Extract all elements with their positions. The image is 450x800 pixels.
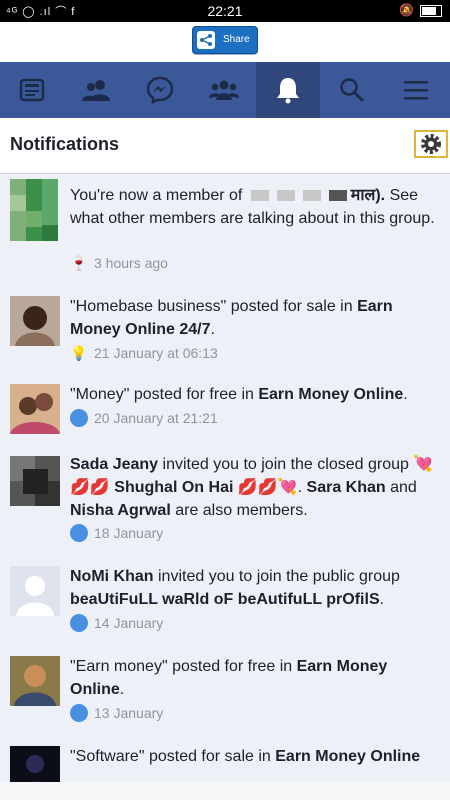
tab-notifications[interactable] bbox=[256, 62, 320, 118]
notifications-list: You're now a member of माल). See what ot… bbox=[0, 174, 450, 782]
status-time: 22:21 bbox=[207, 3, 243, 19]
groups-icon bbox=[209, 80, 239, 100]
notification-meta: 14 January bbox=[70, 614, 163, 632]
status-bar: ⁴ᴳ ◯ .ıl ⌒ f 22:21 🔕 bbox=[0, 0, 450, 22]
notification-row[interactable]: "Money" posted for free in Earn Money On… bbox=[0, 374, 450, 445]
group-icon bbox=[70, 409, 88, 427]
redacted-block bbox=[250, 190, 269, 202]
notification-meta: 20 January at 21:21 bbox=[70, 409, 218, 427]
share-icon bbox=[197, 31, 215, 49]
notification-row[interactable]: "Software" posted for sale in Earn Money… bbox=[0, 736, 450, 782]
notification-row[interactable]: You're now a member of माल). See what ot… bbox=[0, 174, 450, 287]
redacted-block bbox=[328, 190, 347, 202]
battery-icon bbox=[420, 4, 442, 17]
lightbulb-icon: 💡 bbox=[70, 344, 88, 361]
notifications-header: Notifications bbox=[0, 118, 450, 174]
page-title: Notifications bbox=[10, 134, 120, 154]
tab-friend-requests[interactable] bbox=[64, 62, 128, 118]
tab-messenger[interactable] bbox=[128, 62, 192, 118]
notification-text: NoMi Khan invited you to join the public… bbox=[70, 568, 400, 608]
gear-icon bbox=[421, 134, 441, 154]
group-icon bbox=[70, 704, 88, 722]
avatar bbox=[10, 746, 60, 782]
avatar bbox=[10, 179, 58, 241]
top-nav bbox=[0, 62, 450, 118]
notification-row[interactable]: "Earn money" posted for free in Earn Mon… bbox=[0, 646, 450, 737]
messenger-icon bbox=[146, 76, 174, 104]
notification-text: "Earn money" posted for free in Earn Mon… bbox=[70, 658, 388, 698]
avatar bbox=[10, 384, 60, 434]
notification-text: "Money" posted for free in Earn Money On… bbox=[70, 386, 408, 403]
menu-icon bbox=[404, 81, 428, 100]
notification-row[interactable]: "Homebase business" posted for sale in E… bbox=[0, 286, 450, 375]
tab-menu[interactable] bbox=[384, 62, 448, 118]
notification-text: "Homebase business" posted for sale in E… bbox=[70, 298, 393, 338]
bell-icon bbox=[277, 78, 299, 104]
notification-text: You're now a member of माल). See what ot… bbox=[70, 187, 435, 227]
friends-icon bbox=[82, 80, 110, 101]
notification-text: Sada Jeany invited you to join the close… bbox=[70, 456, 434, 519]
avatar bbox=[10, 296, 60, 346]
share-bar: Share bbox=[0, 22, 450, 62]
wine-glass-icon: 🍷 bbox=[70, 254, 88, 271]
notification-meta: 💡 21 January at 06:13 bbox=[70, 344, 218, 362]
group-icon bbox=[70, 524, 88, 542]
notification-row[interactable]: Sada Jeany invited you to join the close… bbox=[0, 444, 450, 557]
settings-button[interactable] bbox=[414, 130, 448, 158]
tab-news-feed[interactable] bbox=[0, 62, 64, 118]
share-label: Share bbox=[223, 34, 250, 45]
mute-icon: 🔕 bbox=[399, 3, 414, 17]
notification-meta: 13 January bbox=[70, 704, 163, 722]
redacted-block bbox=[302, 190, 321, 202]
redacted-block bbox=[276, 190, 295, 202]
avatar bbox=[10, 456, 60, 506]
notification-row[interactable]: NoMi Khan invited you to join the public… bbox=[0, 556, 450, 647]
status-right-icons: 🔕 bbox=[399, 3, 442, 17]
notification-text: "Software" posted for sale in Earn Money… bbox=[70, 748, 421, 765]
avatar bbox=[10, 566, 60, 616]
tab-search[interactable] bbox=[320, 62, 384, 118]
bottom-bar bbox=[0, 782, 450, 800]
search-icon bbox=[340, 78, 365, 103]
share-button[interactable]: Share bbox=[192, 26, 258, 54]
group-icon bbox=[70, 614, 88, 632]
notification-meta: 🍷 3 hours ago bbox=[70, 254, 168, 272]
news-feed-icon bbox=[19, 78, 45, 102]
notification-meta: 18 January bbox=[70, 524, 163, 542]
tab-groups[interactable] bbox=[192, 62, 256, 118]
avatar bbox=[10, 656, 60, 706]
